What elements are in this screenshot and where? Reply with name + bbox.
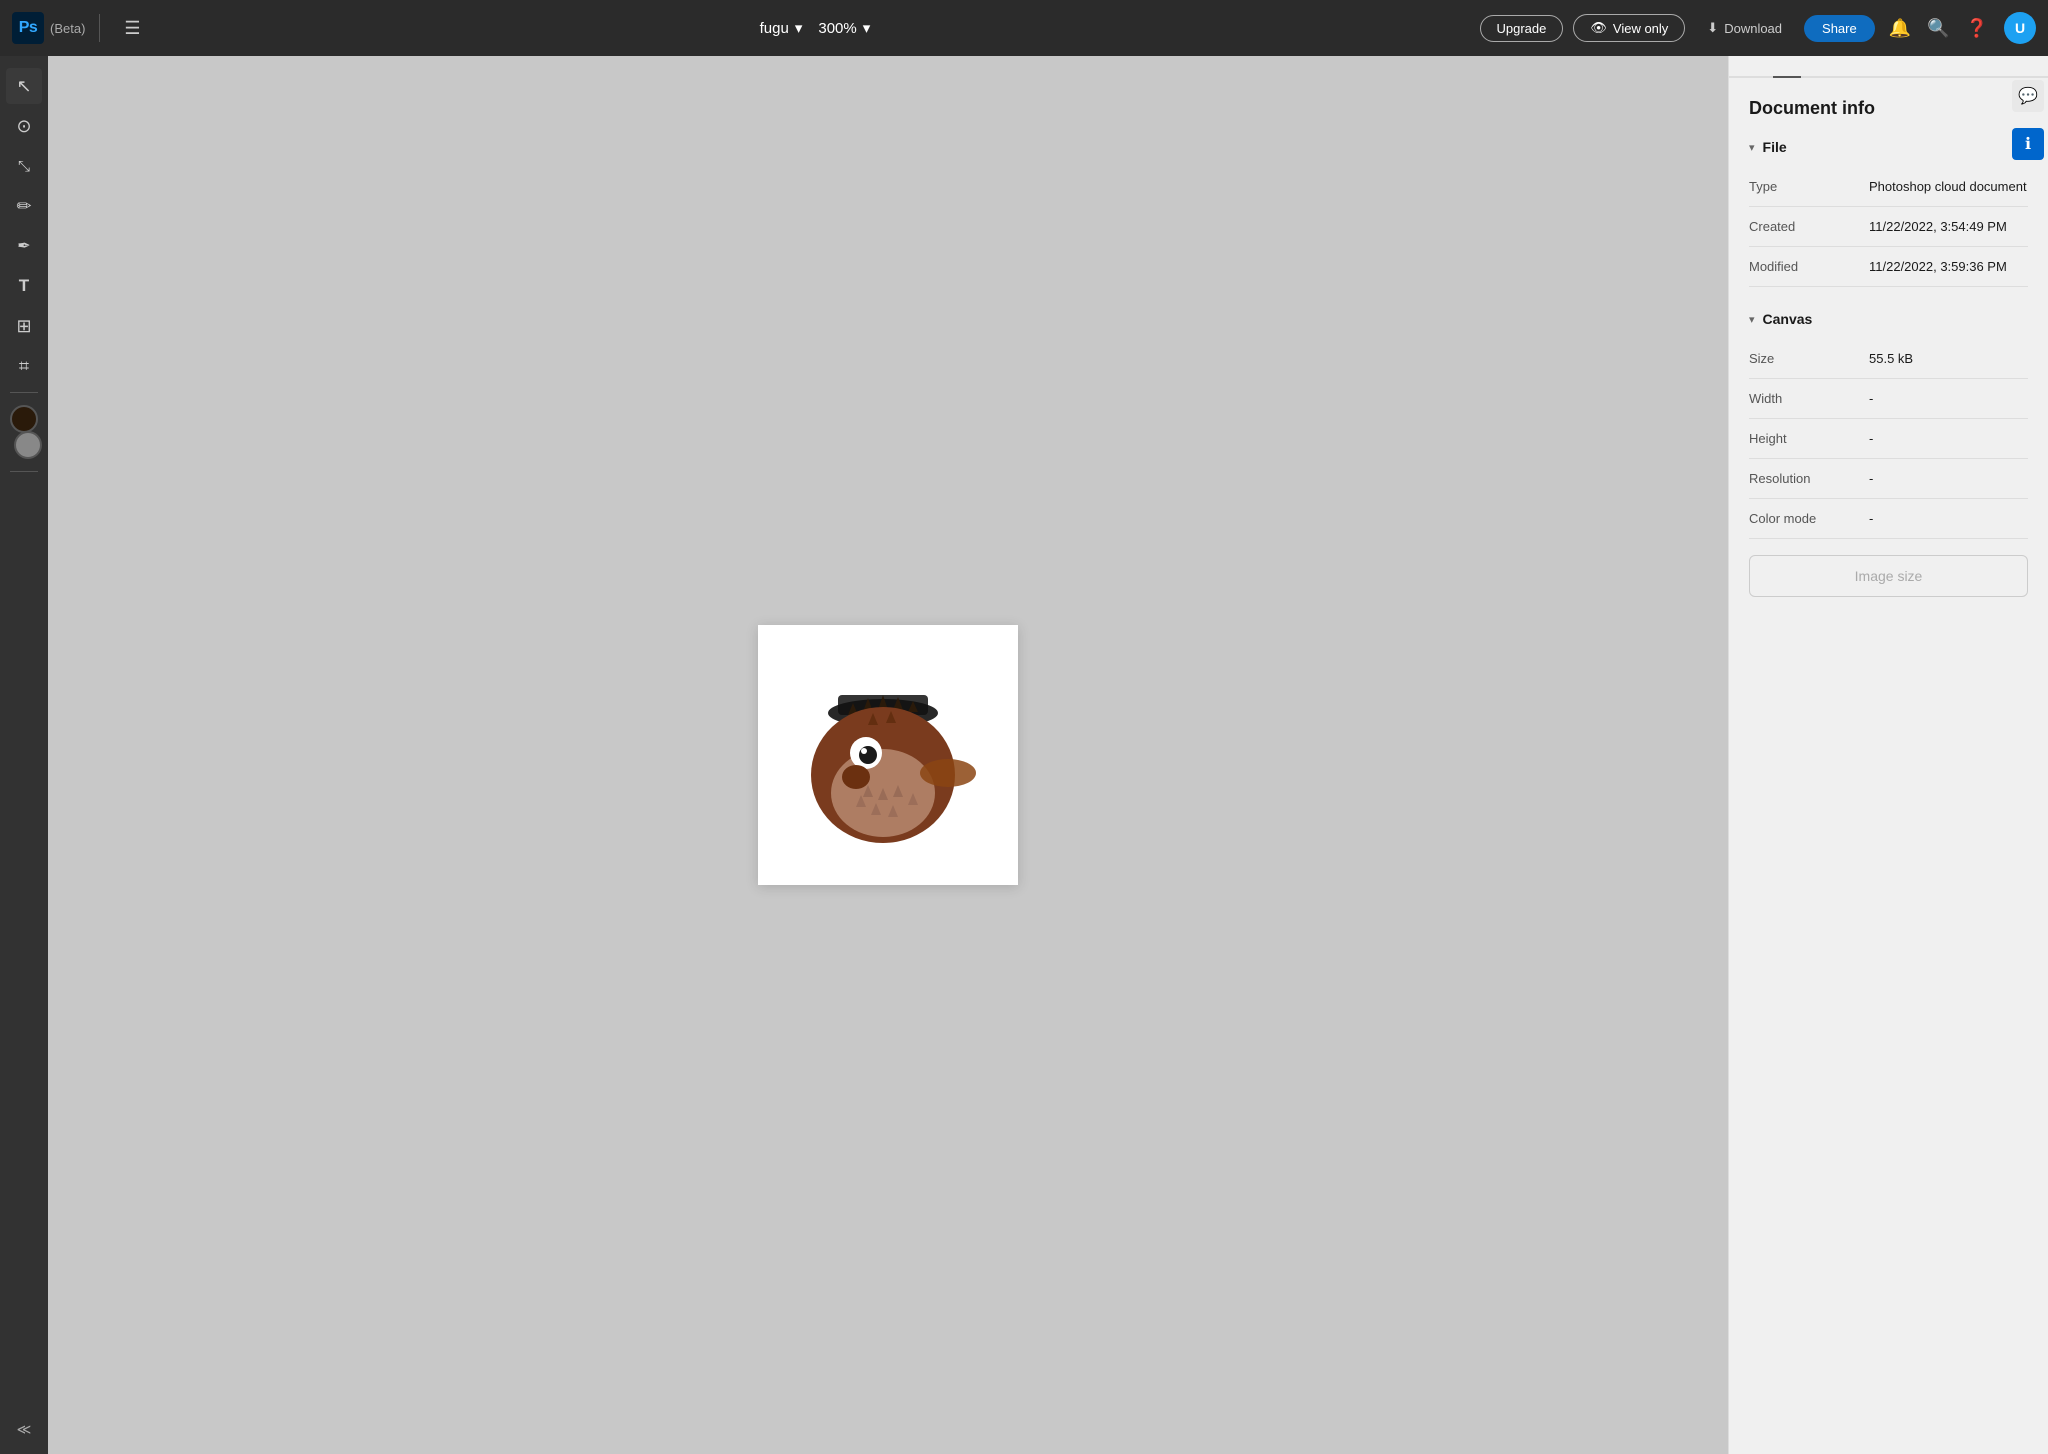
image-size-button[interactable]: Image size (1749, 555, 2028, 597)
canvas-section-header[interactable]: ▾ Canvas (1749, 311, 2028, 327)
ps-logo-icon: Ps (12, 12, 44, 44)
canvas-chevron-icon: ▾ (1749, 313, 1755, 326)
size-label: Size (1749, 351, 1869, 366)
panel-content: Document info ▾ File Type Photoshop clou… (1729, 78, 2048, 1454)
height-row: Height - (1749, 419, 2028, 459)
lasso-icon: ⊙ (16, 116, 31, 137)
topbar-icons: 🔔 🔍 ❓ U (1889, 12, 2036, 44)
fugu-illustration (768, 635, 1008, 875)
width-row: Width - (1749, 379, 2028, 419)
color-mode-label: Color mode (1749, 511, 1869, 526)
download-label: Download (1724, 21, 1782, 36)
file-section-header[interactable]: ▾ File (1749, 139, 2028, 155)
resolution-value: - (1869, 471, 1873, 486)
select-tool[interactable]: ↖ (6, 68, 42, 104)
beta-label: (Beta) (50, 21, 85, 36)
eye-icon: 👁 (1590, 20, 1607, 36)
resolution-label: Resolution (1749, 471, 1869, 486)
canvas-section-label: Canvas (1763, 311, 1813, 327)
text-icon: T (19, 276, 29, 296)
menu-button[interactable]: ☰ (114, 10, 150, 46)
brush-icon: ✏ (16, 196, 31, 217)
canvas-area (48, 56, 1728, 1454)
view-only-button[interactable]: 👁 View only (1573, 14, 1685, 42)
text-tool[interactable]: T (6, 268, 42, 304)
avatar[interactable]: U (2004, 12, 2036, 44)
shape-icon: ⊞ (16, 316, 31, 337)
resolution-row: Resolution - (1749, 459, 2028, 499)
filename-chevron-icon: ▾ (795, 19, 803, 37)
created-value: 11/22/2022, 3:54:49 PM (1869, 219, 2007, 234)
brush-tool[interactable]: ✏ (6, 188, 42, 224)
foreground-color[interactable] (10, 405, 38, 433)
panel-title: Document info (1749, 98, 2028, 119)
zoom-chevron-icon: ▾ (863, 19, 871, 37)
share-button[interactable]: Share (1804, 15, 1875, 42)
transform-tool[interactable]: ⤡ (6, 148, 42, 184)
size-row: Size 55.5 kB (1749, 339, 2028, 379)
shape-tool[interactable]: ⊞ (6, 308, 42, 344)
topbar: Ps (Beta) ☰ fugu ▾ 300% ▾ Upgrade 👁 View… (0, 0, 2048, 56)
width-value: - (1869, 391, 1873, 406)
info-icon[interactable]: ℹ (2012, 128, 2044, 160)
panel-tabs (1729, 56, 2048, 78)
color-mode-value: - (1869, 511, 1873, 526)
created-row: Created 11/22/2022, 3:54:49 PM (1749, 207, 2028, 247)
filename-button[interactable]: fugu ▾ (760, 19, 803, 37)
comment-icon[interactable]: 💬 (2012, 80, 2044, 112)
background-color[interactable] (14, 431, 42, 459)
section-spacer (1749, 287, 2028, 303)
eyedropper-icon: ⌗ (19, 356, 29, 377)
created-label: Created (1749, 219, 1869, 234)
document-canvas (758, 625, 1018, 885)
type-label: Type (1749, 179, 1869, 194)
select-icon: ↖ (16, 76, 31, 97)
topbar-right: Upgrade 👁 View only ⬇ Download Share 🔔 🔍… (1480, 12, 2037, 44)
tab-info[interactable] (1773, 56, 1801, 78)
color-mode-row: Color mode - (1749, 499, 2028, 539)
zoom-button[interactable]: 300% ▾ (818, 19, 870, 37)
topbar-divider (99, 14, 100, 42)
download-button[interactable]: ⬇ Download (1695, 15, 1794, 41)
panel-right: Document info ▾ File Type Photoshop clou… (1728, 56, 2048, 1454)
tab-1[interactable] (1745, 56, 1773, 78)
pen-icon: ✒ (17, 236, 30, 256)
width-label: Width (1749, 391, 1869, 406)
modified-value: 11/22/2022, 3:59:36 PM (1869, 259, 2007, 274)
tool-separator (10, 392, 38, 393)
height-value: - (1869, 431, 1873, 446)
view-only-label: View only (1613, 21, 1668, 36)
notifications-icon[interactable]: 🔔 (1889, 18, 1911, 39)
file-chevron-icon: ▾ (1749, 141, 1755, 154)
zoom-label: 300% (818, 20, 856, 37)
filename-label: fugu (760, 20, 789, 37)
search-icon[interactable]: 🔍 (1927, 18, 1949, 39)
size-value: 55.5 kB (1869, 351, 1913, 366)
download-icon: ⬇ (1707, 20, 1718, 36)
type-value: Photoshop cloud document (1869, 179, 2027, 194)
eyedropper-tool[interactable]: ⌗ (6, 348, 42, 384)
upgrade-button[interactable]: Upgrade (1480, 15, 1564, 42)
type-row: Type Photoshop cloud document (1749, 167, 2028, 207)
modified-label: Modified (1749, 259, 1869, 274)
help-icon[interactable]: ❓ (1966, 18, 1988, 39)
transform-icon: ⤡ (18, 158, 30, 175)
collapse-sidebar-button[interactable]: ≪ (13, 1417, 36, 1442)
height-label: Height (1749, 431, 1869, 446)
topbar-center: fugu ▾ 300% ▾ (160, 19, 1469, 37)
sidebar-left: ↖ ⊙ ⤡ ✏ ✒ T ⊞ ⌗ ≪ (0, 56, 48, 1454)
app-logo: Ps (Beta) (12, 12, 85, 44)
file-section-label: File (1763, 139, 1787, 155)
tool-separator-2 (10, 471, 38, 472)
lasso-tool[interactable]: ⊙ (6, 108, 42, 144)
modified-row: Modified 11/22/2022, 3:59:36 PM (1749, 247, 2028, 287)
pen-tool[interactable]: ✒ (6, 228, 42, 264)
